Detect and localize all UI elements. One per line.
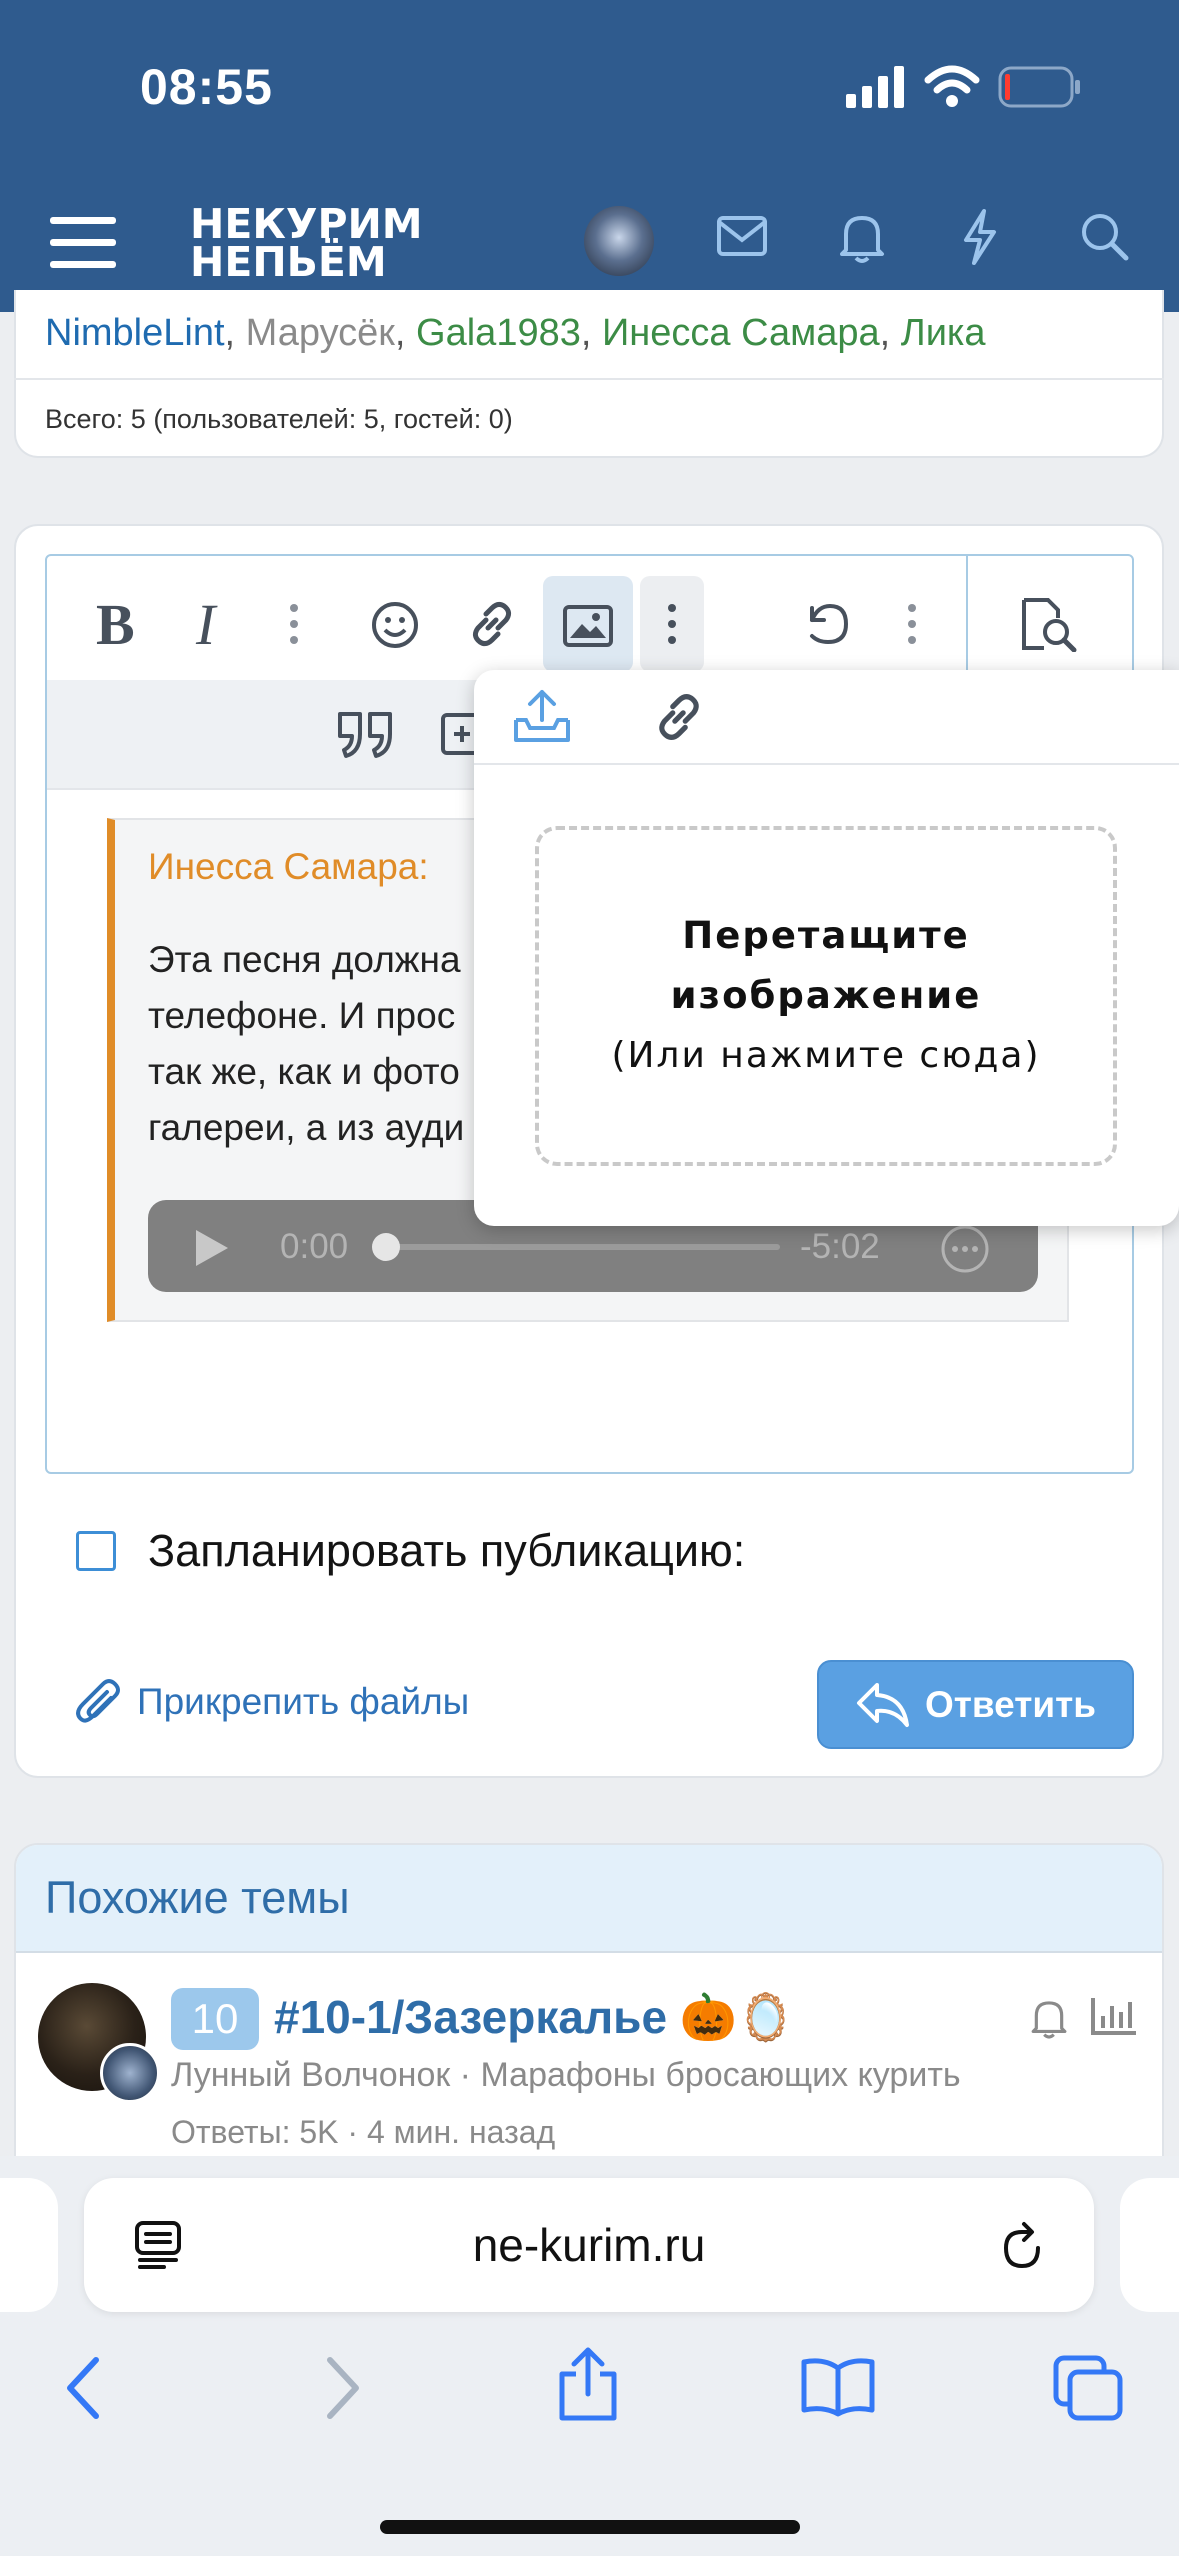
dropzone-subtitle: (Или нажмите сюда): [611, 1035, 1041, 1076]
reload-icon[interactable]: [998, 2220, 1048, 2272]
menu-icon[interactable]: [50, 215, 116, 271]
dropzone-title: Перетащите изображение: [670, 914, 982, 1017]
previous-tab-preview[interactable]: [0, 2178, 58, 2312]
svg-text:I: I: [195, 596, 218, 652]
audio-scrubber-handle[interactable]: [372, 1233, 400, 1261]
attach-files-button[interactable]: Прикрепить файлы: [75, 1676, 469, 1728]
reply-arrow-icon: [857, 1682, 909, 1727]
play-icon[interactable]: [194, 1228, 230, 1268]
more-options-icon[interactable]: [662, 600, 682, 648]
reply-button-label: Ответить: [925, 1683, 1096, 1725]
audio-current-time: 0:00: [280, 1227, 349, 1266]
audio-progress-track[interactable]: [384, 1244, 780, 1250]
thread-count-badge: 10: [171, 1988, 259, 2050]
italic-icon[interactable]: I: [190, 596, 234, 652]
thread-meta: Лунный Волчонок · Марафоны бросающих кур…: [171, 2056, 961, 2094]
quote-icon[interactable]: [336, 708, 396, 760]
url-text[interactable]: ne-kurim.ru: [84, 2218, 1094, 2272]
last-poster-avatar[interactable]: [100, 2043, 160, 2103]
svg-text:B: B: [96, 596, 135, 652]
audio-remaining-time: -5:02: [800, 1227, 880, 1266]
share-icon[interactable]: [556, 2344, 620, 2424]
bookmarks-icon[interactable]: [800, 2356, 876, 2418]
schedule-label[interactable]: Запланировать публикацию:: [148, 1525, 745, 1577]
image-icon[interactable]: [562, 604, 614, 648]
user-avatar[interactable]: [584, 206, 654, 276]
reply-button[interactable]: Ответить: [817, 1660, 1134, 1749]
online-user[interactable]: Лика: [901, 312, 986, 354]
thread-title-link[interactable]: #10-1/Зазеркалье 🎃🪞: [274, 1990, 794, 2045]
online-user[interactable]: NimbleLint: [45, 312, 225, 354]
app-header: [0, 0, 1179, 312]
inbox-icon[interactable]: [716, 214, 768, 258]
upload-icon[interactable]: [512, 686, 572, 746]
undo-icon[interactable]: [800, 598, 854, 650]
notifications-bell-icon[interactable]: [838, 210, 886, 264]
divider: [474, 763, 1179, 765]
next-tab-preview[interactable]: [1120, 2178, 1179, 2312]
thread-stats-chart-icon[interactable]: [1090, 1996, 1138, 2036]
online-total: Всего: 5 (пользователей: 5, гостей: 0): [45, 404, 513, 434]
online-user[interactable]: Марусёк: [246, 312, 395, 354]
battery-icon: [998, 66, 1080, 108]
more-text-options-icon[interactable]: [284, 600, 304, 648]
more-history-options-icon[interactable]: [902, 600, 922, 648]
logo-line-2: НЕПЬЁМ: [190, 238, 387, 286]
attach-files-label: Прикрепить файлы: [137, 1681, 470, 1722]
online-user[interactable]: Инесса Самара: [602, 312, 880, 354]
link-icon[interactable]: [466, 598, 518, 650]
bold-icon[interactable]: B: [92, 596, 136, 652]
online-users-list: NimbleLint, Марусёк, Gala1983, Инесса Са…: [45, 312, 986, 354]
whats-new-bolt-icon[interactable]: [960, 208, 1000, 266]
similar-threads-title: Похожие темы: [45, 1872, 350, 1923]
site-logo[interactable]: НЕКУРИМ НЕПЬЁМ: [190, 204, 423, 286]
search-icon[interactable]: [1078, 210, 1130, 262]
toolbar-divider: [966, 556, 968, 672]
wifi-icon: [924, 65, 980, 107]
thread-stats: Ответы: 5K · 4 мин. назад: [171, 2114, 556, 2150]
online-user[interactable]: Gala1983: [416, 312, 581, 354]
preview-icon[interactable]: [1018, 596, 1078, 652]
schedule-checkbox[interactable]: [76, 1531, 116, 1571]
emoji-icon[interactable]: [370, 600, 420, 650]
paperclip-icon: [76, 1679, 120, 1723]
home-indicator: [380, 2520, 800, 2534]
watch-thread-bell-icon[interactable]: [1030, 1996, 1068, 2040]
divider: [14, 378, 1164, 380]
image-dropzone[interactable]: Перетащите изображение (Или нажмите сюда…: [535, 826, 1117, 1166]
status-time: 08:55: [140, 59, 273, 115]
image-by-url-link-icon[interactable]: [652, 690, 706, 744]
forward-icon[interactable]: [322, 2356, 362, 2420]
cellular-signal-icon: [846, 66, 904, 108]
tabs-icon[interactable]: [1052, 2354, 1124, 2422]
quote-author[interactable]: Инесса Самара:: [148, 846, 429, 888]
audio-more-icon[interactable]: [940, 1224, 990, 1274]
back-icon[interactable]: [64, 2356, 104, 2420]
